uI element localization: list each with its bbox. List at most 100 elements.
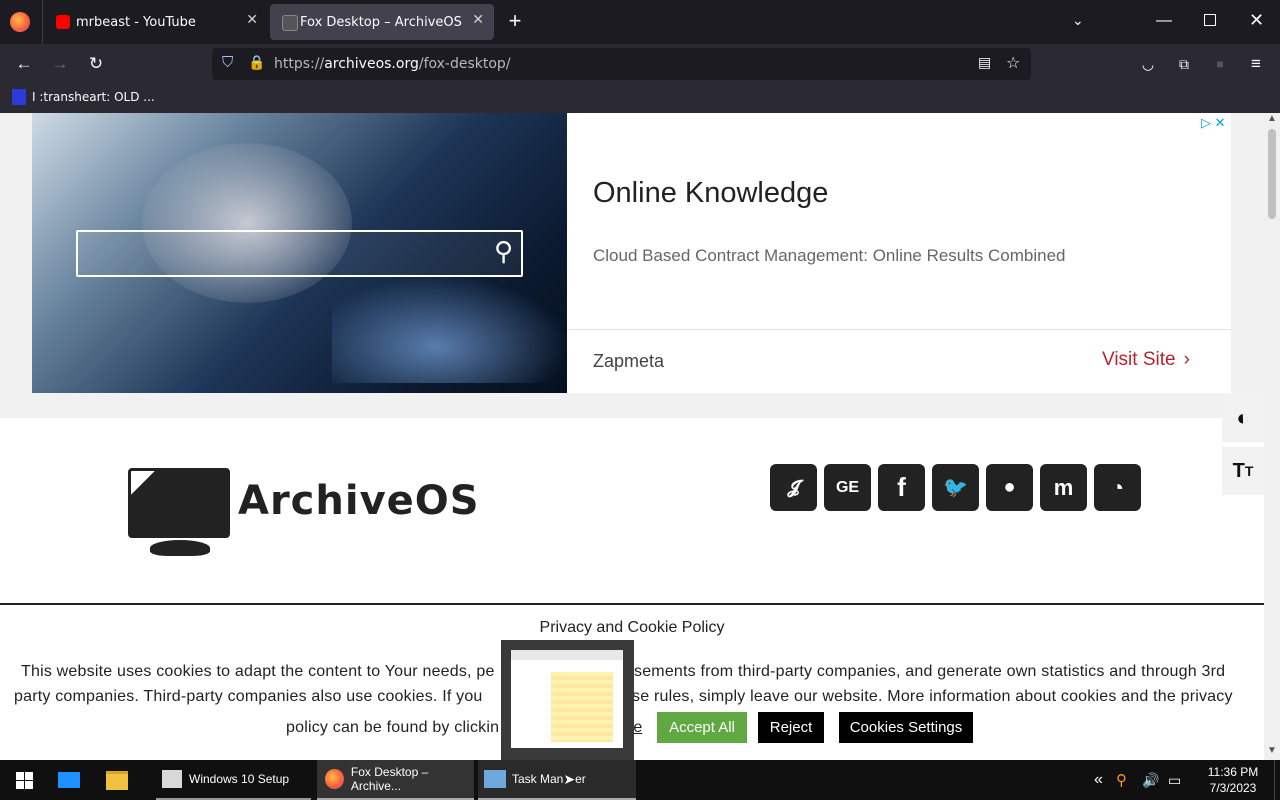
visit-site-button[interactable]: Visit Site › (1102, 349, 1190, 371)
archiveos-logo[interactable]: ArchiveOS (128, 468, 479, 558)
scroll-thumb[interactable] (1268, 129, 1276, 219)
ad-description: Cloud Based Contract Management: Online … (593, 246, 1066, 265)
desktop-app-icon[interactable] (58, 760, 86, 800)
list-tabs-icon[interactable]: ⌄ (1072, 12, 1084, 29)
extensions-icon[interactable]: ⧉ (1172, 52, 1196, 76)
contrast-toggle-icon[interactable]: ◐ (1222, 394, 1264, 442)
forward-icon[interactable]: → (48, 52, 72, 76)
ad-laptop-glow (332, 263, 567, 383)
kofi-icon[interactable]: 𝓙 (770, 464, 817, 511)
archiveos-icon (282, 15, 298, 31)
url-domain: archiveos.org (324, 56, 419, 72)
extension-icon[interactable]: ■ (1208, 52, 1232, 76)
clock[interactable]: 11:36 PM 7/3/2023 (1200, 764, 1266, 796)
navigation-bar: ← → ↻ ⛉ 🔒 https://archiveos.org/fox-desk… (0, 44, 1280, 84)
tab-strip: mrbeast - YouTube ✕ Fox Desktop – Archiv… (0, 0, 1280, 44)
new-tab-button[interactable]: + (504, 10, 526, 32)
taskbar-task-manager[interactable]: Task Man ➤ er (478, 760, 636, 800)
cookie-text-line2a: party companies. Third-party companies a… (14, 688, 483, 705)
close-tab-icon[interactable]: ✕ (472, 12, 484, 28)
cookie-text-line1b: sements from third-party companies, and … (634, 663, 1226, 680)
visit-site-label: Visit Site (1102, 349, 1176, 370)
task-manager-icon (484, 770, 506, 788)
windows-icon (15, 771, 33, 789)
reader-view-icon[interactable]: ▤ (978, 54, 991, 71)
chevron-right-icon: › (1183, 349, 1190, 370)
tab-label: Fox Desktop – ArchiveOS (300, 14, 462, 30)
hamburger-menu-icon[interactable]: ≡ (1244, 52, 1268, 76)
reject-button[interactable]: Reject (758, 712, 824, 743)
tab-label: mrbeast - YouTube (76, 14, 196, 30)
bookmark-label: I :transheart: OLD ... (32, 90, 155, 104)
bookmark-item[interactable]: I :transheart: OLD ... (12, 89, 155, 105)
url-prefix: https:// (274, 56, 325, 72)
text-size-icon[interactable]: TT (1222, 447, 1264, 495)
rss-icon[interactable]: ◔ (1094, 464, 1141, 511)
twitter-icon[interactable]: 🐦 (932, 464, 979, 511)
ad-divider (567, 329, 1231, 330)
task-manager-preview[interactable] (501, 640, 634, 760)
ad-container: ⚲ ▷ ✕ Online Knowledge Cloud Based Contr… (0, 113, 1264, 418)
lock-icon[interactable]: 🔒 (248, 54, 265, 71)
accept-all-button[interactable]: Accept All (657, 712, 747, 743)
bookmark-star-icon[interactable]: ☆ (1006, 53, 1020, 73)
scroll-up-icon[interactable]: ▲ (1267, 113, 1277, 124)
cookie-text-line2b: se rules, simply leave our website. More… (632, 688, 1233, 705)
cookie-text-line3a: policy can be found by clickin (286, 719, 500, 736)
preview-window (511, 650, 623, 748)
site-footer-brand: ArchiveOS 𝓙 GE f 🐦 ● m ◔ (0, 418, 1264, 605)
show-desktop-button[interactable] (1274, 760, 1280, 800)
logo-text: ArchiveOS (238, 478, 480, 524)
minimize-button[interactable]: — (1156, 12, 1172, 30)
ad-headline[interactable]: Online Knowledge (593, 177, 828, 210)
close-window-button[interactable]: ✕ (1249, 10, 1264, 31)
adchoices-icon[interactable]: ▷ ✕ (1201, 115, 1226, 131)
cookie-title: Privacy and Cookie Policy (539, 619, 725, 636)
scroll-down-icon[interactable]: ▼ (1267, 745, 1277, 756)
setup-icon (162, 770, 182, 788)
cookies-settings-button[interactable]: Cookies Settings (839, 712, 973, 743)
taskbar-firefox[interactable]: Fox Desktop – Archive... (317, 760, 474, 800)
firefox-icon (325, 769, 344, 789)
bookmark-favicon-icon (12, 89, 26, 105)
close-tab-icon[interactable]: ✕ (246, 12, 258, 28)
ge-icon[interactable]: GE (824, 464, 871, 511)
shield-icon[interactable]: ⛉ (222, 54, 233, 71)
ad-search-box[interactable]: ⚲ (76, 230, 523, 277)
network-icon[interactable]: ▭ (1168, 760, 1181, 800)
facebook-icon[interactable]: f (878, 464, 925, 511)
monitor-stand-icon (150, 540, 210, 556)
volume-icon[interactable]: 🔊 (1142, 760, 1159, 800)
search-icon[interactable]: ⚲ (494, 236, 513, 267)
show-hidden-icons[interactable]: « (1094, 760, 1103, 800)
page-scrollbar[interactable]: ▲ ▼ (1264, 113, 1280, 760)
mastodon-icon[interactable]: m (1040, 464, 1087, 511)
clock-date: 7/3/2023 (1209, 781, 1257, 795)
ad-image[interactable]: ⚲ (32, 113, 567, 393)
tab-youtube[interactable]: mrbeast - YouTube ✕ (0, 0, 268, 44)
preview-header (511, 650, 623, 660)
taskbar-windows-setup[interactable]: Windows 10 Setup (156, 760, 311, 800)
mouse-cursor-icon: ➤ (563, 770, 576, 787)
url-path: /fox-desktop/ (418, 56, 511, 72)
start-button[interactable] (0, 760, 48, 800)
url-text[interactable]: https://archiveos.org/fox-desktop/ (274, 56, 511, 72)
youtube-icon (56, 15, 70, 29)
search-icon[interactable]: ⚲ (1116, 760, 1127, 800)
ad-text-panel: ▷ ✕ Online Knowledge Cloud Based Contrac… (567, 113, 1231, 393)
preview-columns (551, 672, 613, 742)
back-icon[interactable]: ← (12, 52, 36, 76)
taskbar-label: Windows 10 Setup (189, 772, 290, 786)
cookie-text-line1a: This website uses cookies to adapt the c… (21, 663, 495, 680)
clock-time: 11:36 PM (1207, 765, 1259, 779)
taskbar-label: Task Man (512, 772, 564, 786)
url-bar[interactable]: ⛉ 🔒 https://archiveos.org/fox-desktop/ ▤… (212, 48, 1031, 80)
tab-fox-desktop[interactable]: Fox Desktop – ArchiveOS ✕ (270, 4, 494, 40)
restore-button[interactable] (1204, 14, 1216, 26)
pocket-icon[interactable]: ◡ (1136, 52, 1160, 76)
file-explorer-icon[interactable] (106, 760, 134, 800)
taskbar-label: Fox Desktop – Archive... (350, 765, 429, 793)
ad-advertiser: Zapmeta (593, 351, 665, 371)
reddit-icon[interactable]: ● (986, 464, 1033, 511)
reload-icon[interactable]: ↻ (84, 52, 108, 76)
